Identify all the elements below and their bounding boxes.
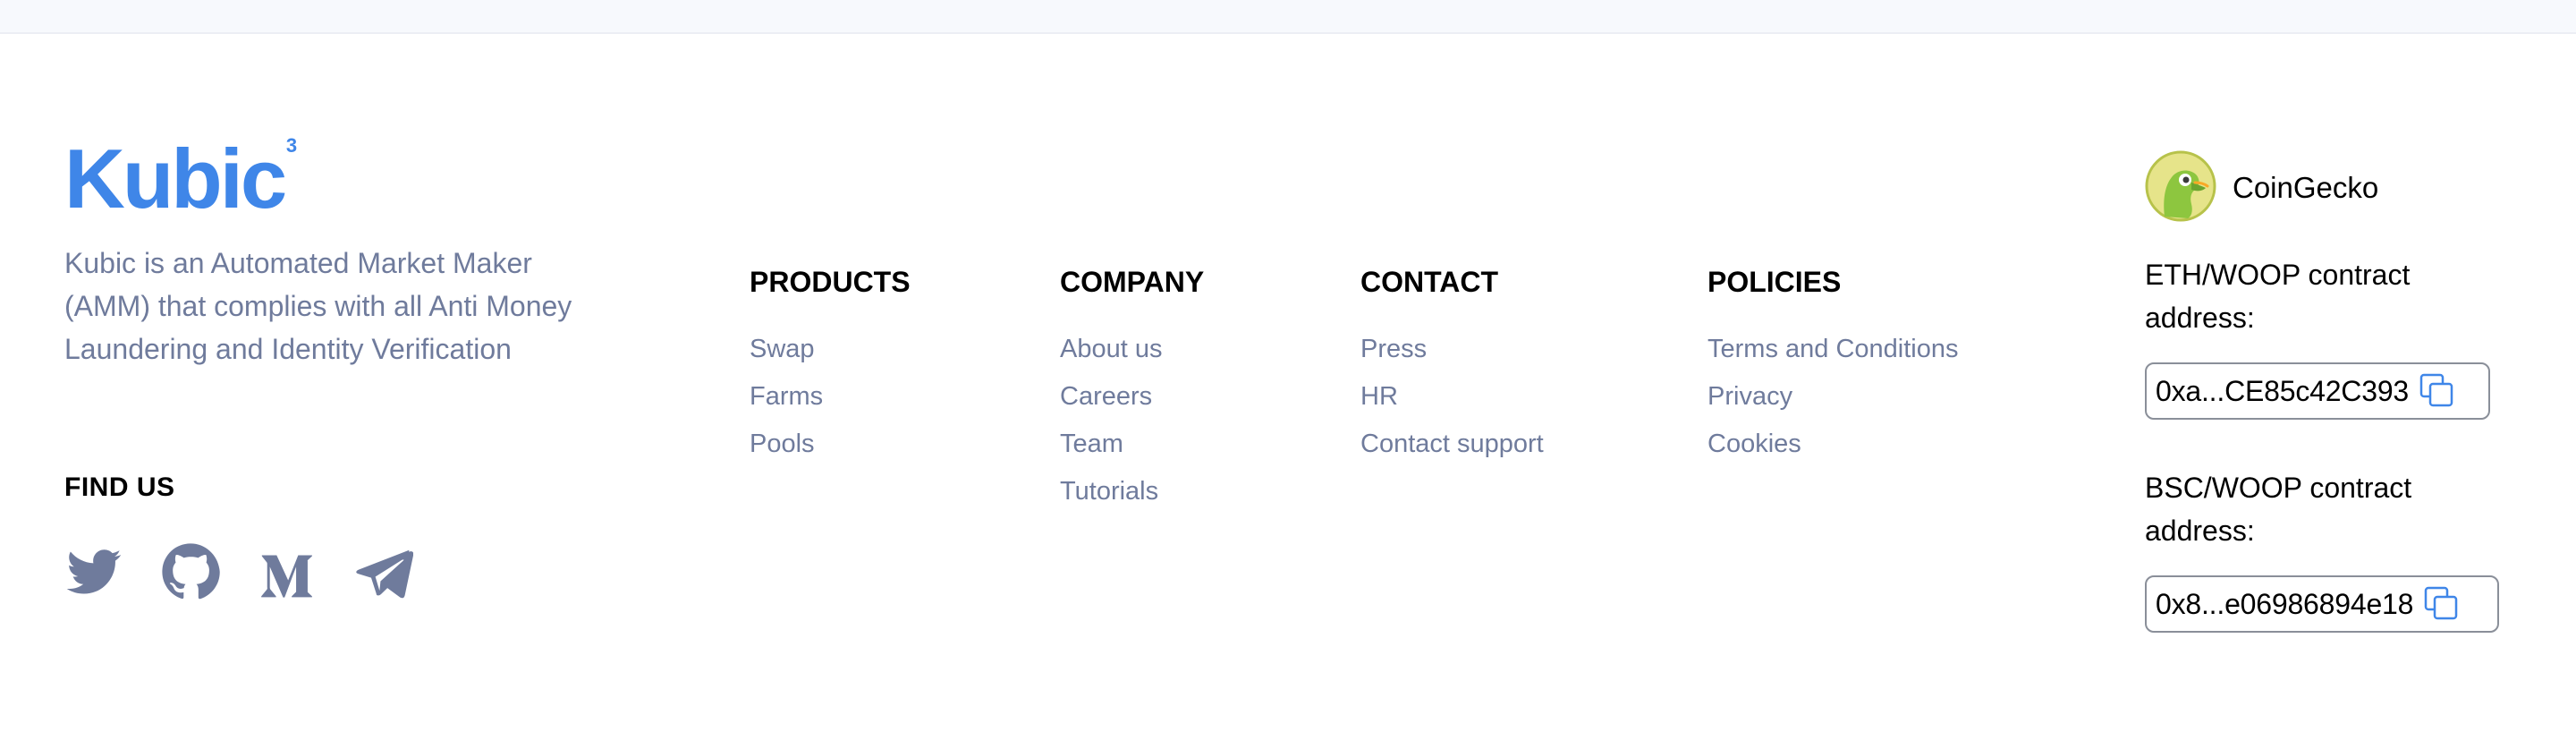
company-column: COMPANY About us Careers Team Tutorials: [1060, 260, 1204, 515]
logo-text: Kubic: [64, 132, 287, 226]
products-link-swap[interactable]: Swap: [750, 326, 911, 373]
products-heading: PRODUCTS: [750, 266, 911, 298]
products-column: PRODUCTS Swap Farms Pools: [750, 260, 911, 468]
contact-link-support[interactable]: Contact support: [1360, 421, 1544, 468]
products-link-farms[interactable]: Farms: [750, 373, 911, 421]
find-us-heading: FIND US: [64, 472, 175, 502]
medium-icon[interactable]: [258, 542, 317, 601]
company-link-team[interactable]: Team: [1060, 421, 1204, 468]
copy-icon[interactable]: [2418, 371, 2457, 411]
eth-contract-address-box[interactable]: 0xa...CE85c42C393: [2145, 362, 2490, 420]
bsc-contract-address-box[interactable]: 0x8...e06986894e18: [2145, 575, 2499, 633]
eth-contract-address: 0xa...CE85c42C393: [2156, 374, 2410, 407]
top-bar: [0, 0, 2576, 34]
bsc-contract-address: 0x8...e06986894e18: [2156, 587, 2414, 620]
company-heading: COMPANY: [1060, 266, 1205, 298]
brand-description: Kubic is an Automated Market Maker (AMM)…: [64, 247, 572, 365]
policies-link-cookies[interactable]: Cookies: [1707, 421, 1958, 468]
policies-link-privacy[interactable]: Privacy: [1707, 373, 1958, 421]
products-link-pools[interactable]: Pools: [750, 421, 911, 468]
company-link-about-us[interactable]: About us: [1060, 326, 1204, 373]
contact-link-hr[interactable]: HR: [1360, 373, 1544, 421]
policies-heading: POLICIES: [1707, 266, 1842, 298]
policies-column: POLICIES Terms and Conditions Privacy Co…: [1707, 260, 1958, 468]
github-icon[interactable]: [161, 542, 220, 601]
company-link-tutorials[interactable]: Tutorials: [1060, 468, 1204, 515]
telegram-icon[interactable]: [354, 542, 413, 601]
coingecko-label: CoinGecko: [2233, 171, 2379, 204]
policies-link-terms[interactable]: Terms and Conditions: [1707, 326, 1958, 373]
company-link-careers[interactable]: Careers: [1060, 373, 1204, 421]
eth-contract-label: ETH/WOOP contract address:: [2145, 259, 2411, 334]
twitter-icon[interactable]: [64, 542, 123, 601]
copy-icon[interactable]: [2422, 584, 2462, 624]
contact-heading: CONTACT: [1360, 266, 1499, 298]
bsc-contract-label: BSC/WOOP contract address:: [2145, 472, 2412, 547]
logo-superscript: 3: [285, 134, 298, 157]
contact-column: CONTACT Press HR Contact support: [1360, 260, 1544, 468]
contact-link-press[interactable]: Press: [1360, 326, 1544, 373]
kubic-logo[interactable]: Kubic 3: [64, 132, 297, 226]
coingecko-icon: [2145, 150, 2216, 222]
